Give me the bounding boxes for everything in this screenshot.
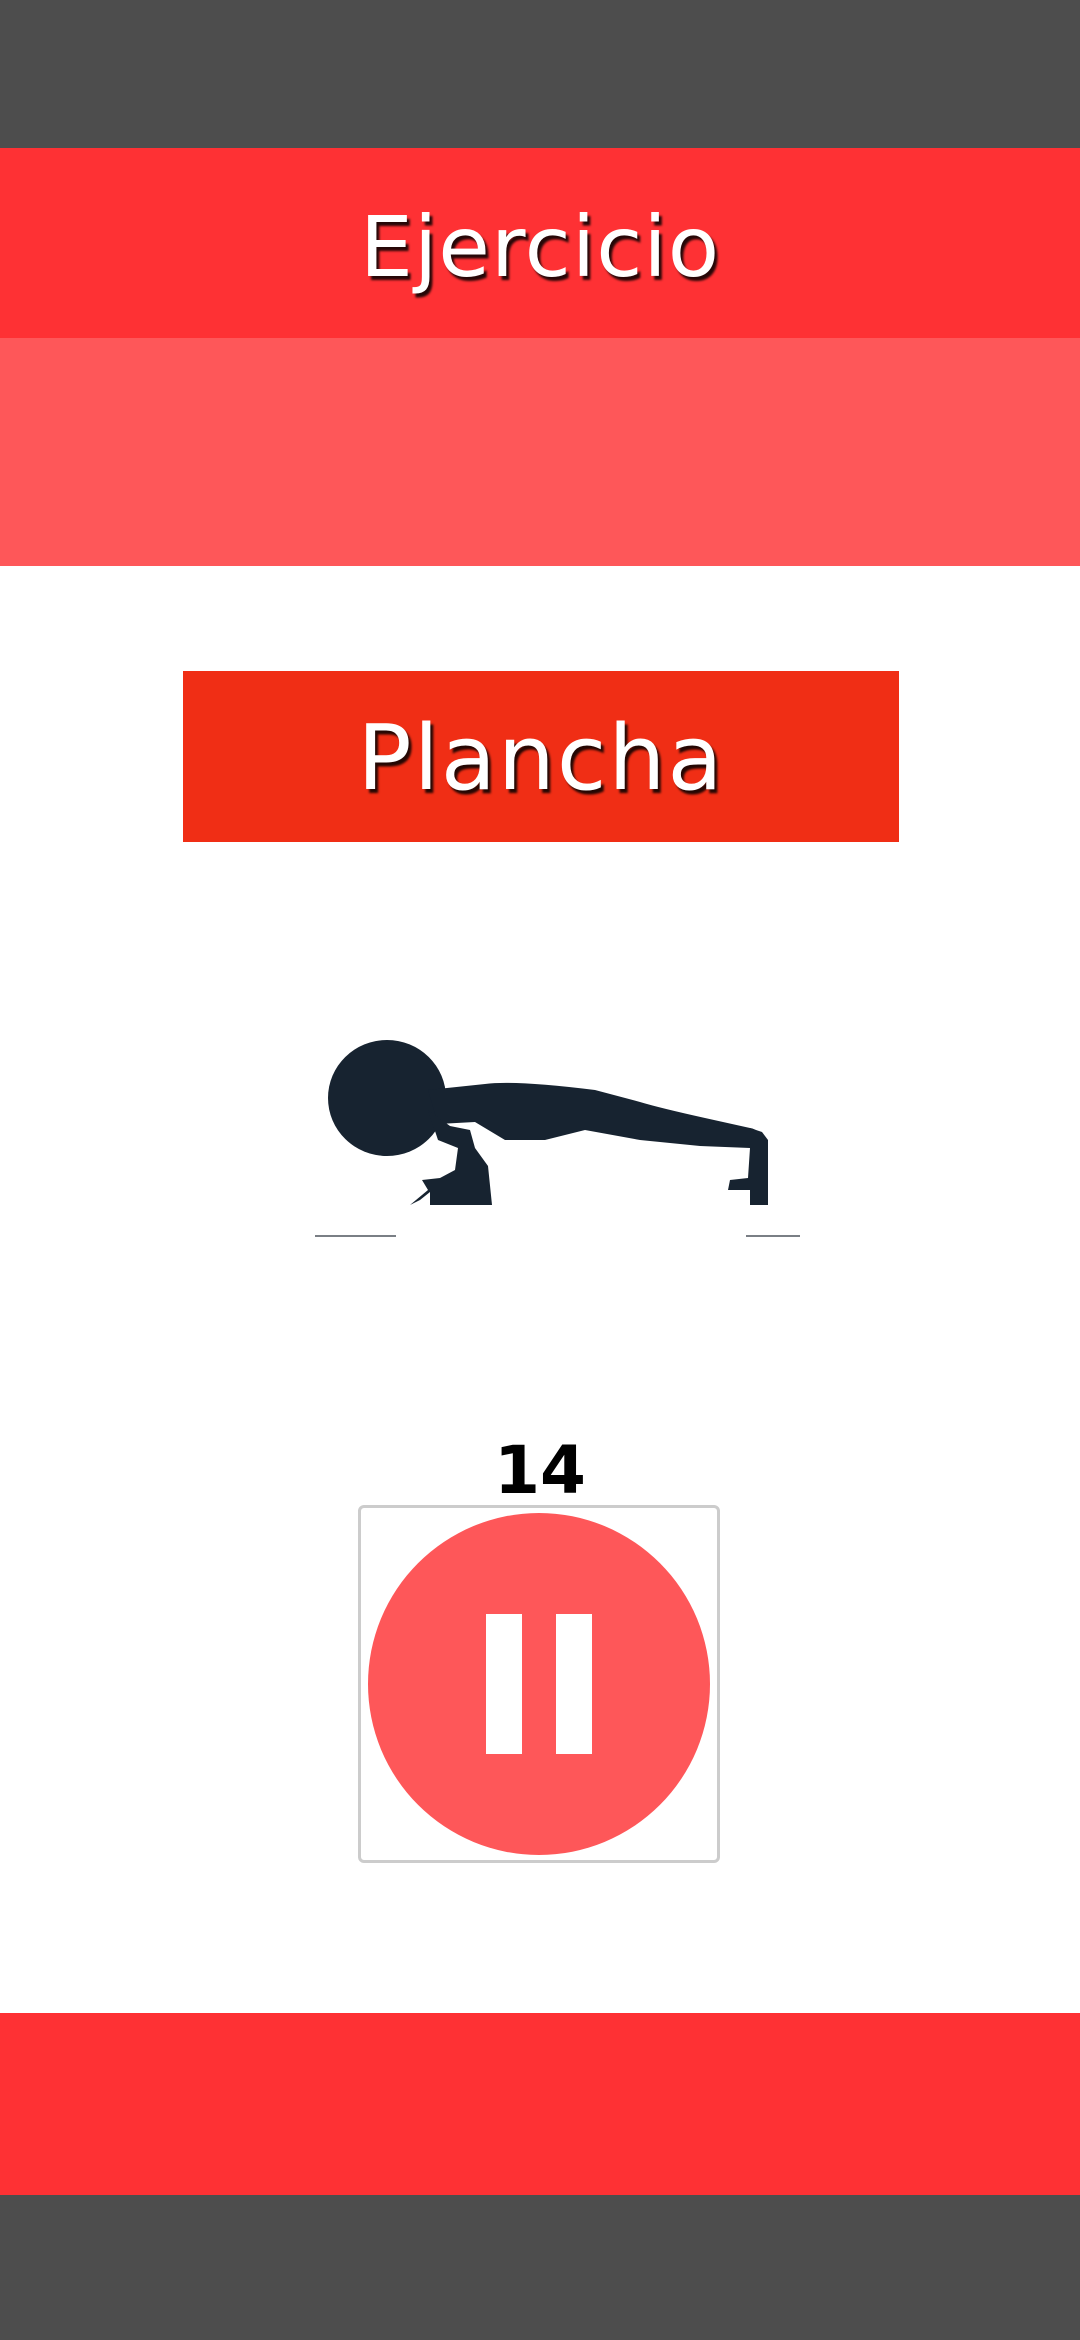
pause-button[interactable] [358,1505,720,1863]
header-band [0,338,1080,566]
countdown-timer: 14 [494,1432,586,1509]
exercise-name: Plancha [357,706,725,811]
footer-band [0,2013,1080,2195]
navigation-bar [0,2195,1080,2340]
exercise-banner: Plancha [183,671,899,842]
pause-icon [368,1513,710,1855]
app-header: Ejercicio [0,148,1080,338]
page-title: Ejercicio [359,198,721,296]
pause-bar-right [556,1614,592,1754]
pause-bar-left [486,1614,522,1754]
exercise-illustration [310,1030,810,1250]
status-bar [0,0,1080,148]
push-up-figure-icon [315,1040,800,1237]
